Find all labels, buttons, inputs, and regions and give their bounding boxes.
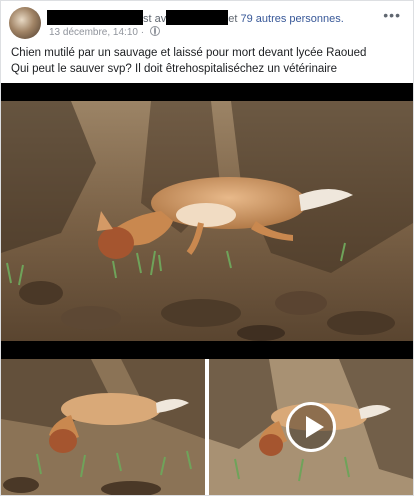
- post-header: st av et 79 autres personnes.: [47, 10, 344, 25]
- play-icon[interactable]: [286, 402, 336, 452]
- header-text-1: st av: [143, 13, 167, 25]
- more-options-icon[interactable]: •••: [383, 7, 401, 23]
- redacted-name: [166, 10, 229, 25]
- main-photo[interactable]: [1, 83, 413, 359]
- post-text-line: Qui peut le sauver svp? Il doit êtrehosp…: [11, 63, 338, 75]
- meta-separator: ·: [140, 27, 145, 38]
- redacted-name: [47, 10, 143, 25]
- dog-photo-illustration: [1, 83, 413, 359]
- post-text: Chien mutilé par un sauvage et laissé po…: [11, 45, 409, 77]
- post-text-line: Chien mutilé par un sauvage et laissé po…: [11, 47, 367, 59]
- header-text-2: et: [228, 13, 238, 25]
- post-timestamp[interactable]: 13 décembre, 14:10: [49, 27, 138, 38]
- thumbnail-video-2[interactable]: [209, 359, 413, 495]
- globe-icon: [149, 26, 160, 36]
- dog-photo-illustration: [1, 359, 205, 495]
- avatar[interactable]: [9, 7, 41, 39]
- thumbnail-photo-1[interactable]: [1, 359, 205, 495]
- facebook-post: st av et 79 autres personnes. 13 décembre…: [0, 0, 414, 496]
- tagged-others-link[interactable]: 79 autres personnes.: [240, 13, 343, 25]
- post-meta: 13 décembre, 14:10 ·: [49, 26, 160, 38]
